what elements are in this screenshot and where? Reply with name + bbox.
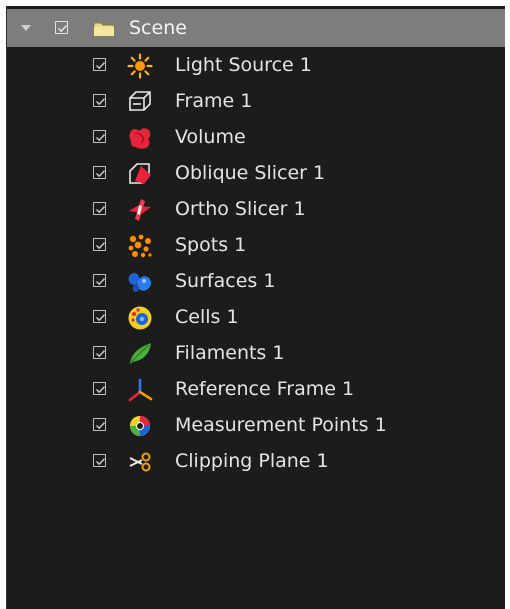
spots-icon — [127, 233, 153, 259]
ortho-slicer-icon — [127, 197, 153, 223]
volume-icon — [127, 125, 153, 151]
tree-item-measurement-points[interactable]: Measurement Points 1 — [7, 407, 505, 443]
clipping-plane-icon — [127, 449, 153, 475]
tree-item-label: Light Source 1 — [175, 54, 312, 76]
visibility-checkbox[interactable] — [93, 202, 106, 215]
measurement-points-icon — [127, 413, 153, 439]
light-source-icon — [127, 53, 153, 79]
tree-item-label: Reference Frame 1 — [175, 378, 355, 400]
visibility-checkbox[interactable] — [93, 418, 106, 431]
scene-tree-panel: Scene Light Source 1 Frame 1 Volume Obli… — [6, 6, 505, 609]
visibility-checkbox[interactable] — [93, 130, 106, 143]
tree-item-label: Frame 1 — [175, 90, 253, 112]
tree-item-ortho-slicer[interactable]: Ortho Slicer 1 — [7, 191, 505, 227]
tree-item-label: Volume — [175, 126, 246, 148]
tree-item-label: Filaments 1 — [175, 342, 285, 364]
oblique-slicer-icon — [127, 161, 153, 187]
visibility-checkbox[interactable] — [93, 382, 106, 395]
visibility-checkbox[interactable] — [93, 94, 106, 107]
tree-item-filaments[interactable]: Filaments 1 — [7, 335, 505, 371]
tree-item-surfaces[interactable]: Surfaces 1 — [7, 263, 505, 299]
visibility-checkbox[interactable] — [93, 166, 106, 179]
visibility-checkbox[interactable] — [93, 310, 106, 323]
visibility-checkbox[interactable] — [93, 346, 106, 359]
visibility-checkbox[interactable] — [93, 454, 106, 467]
tree-item-oblique-slicer[interactable]: Oblique Slicer 1 — [7, 155, 505, 191]
tree-item-label: Cells 1 — [175, 306, 239, 328]
surfaces-icon — [127, 269, 153, 295]
tree-item-label: Clipping Plane 1 — [175, 450, 329, 472]
tree-item-label: Spots 1 — [175, 234, 247, 256]
tree-item-volume[interactable]: Volume — [7, 119, 505, 155]
scene-visibility-checkbox[interactable] — [55, 21, 68, 34]
tree-item-label: Surfaces 1 — [175, 270, 276, 292]
tree-root-scene[interactable]: Scene — [7, 9, 505, 47]
tree-item-label: Ortho Slicer 1 — [175, 198, 306, 220]
folder-icon — [93, 20, 115, 37]
tree-item-light-source[interactable]: Light Source 1 — [7, 47, 505, 83]
tree-item-clipping-plane[interactable]: Clipping Plane 1 — [7, 443, 505, 479]
expand-arrow-icon[interactable] — [21, 25, 31, 31]
tree-item-reference-frame[interactable]: Reference Frame 1 — [7, 371, 505, 407]
visibility-checkbox[interactable] — [93, 238, 106, 251]
frame-icon — [127, 89, 153, 115]
tree-item-label: Measurement Points 1 — [175, 414, 387, 436]
filaments-icon — [127, 341, 153, 367]
tree-item-cells[interactable]: Cells 1 — [7, 299, 505, 335]
tree-item-frame[interactable]: Frame 1 — [7, 83, 505, 119]
tree-item-spots[interactable]: Spots 1 — [7, 227, 505, 263]
reference-frame-icon — [127, 377, 153, 403]
tree-item-label: Oblique Slicer 1 — [175, 162, 326, 184]
tree-root-label: Scene — [129, 17, 187, 39]
visibility-checkbox[interactable] — [93, 274, 106, 287]
cells-icon — [127, 305, 153, 331]
visibility-checkbox[interactable] — [93, 58, 106, 71]
